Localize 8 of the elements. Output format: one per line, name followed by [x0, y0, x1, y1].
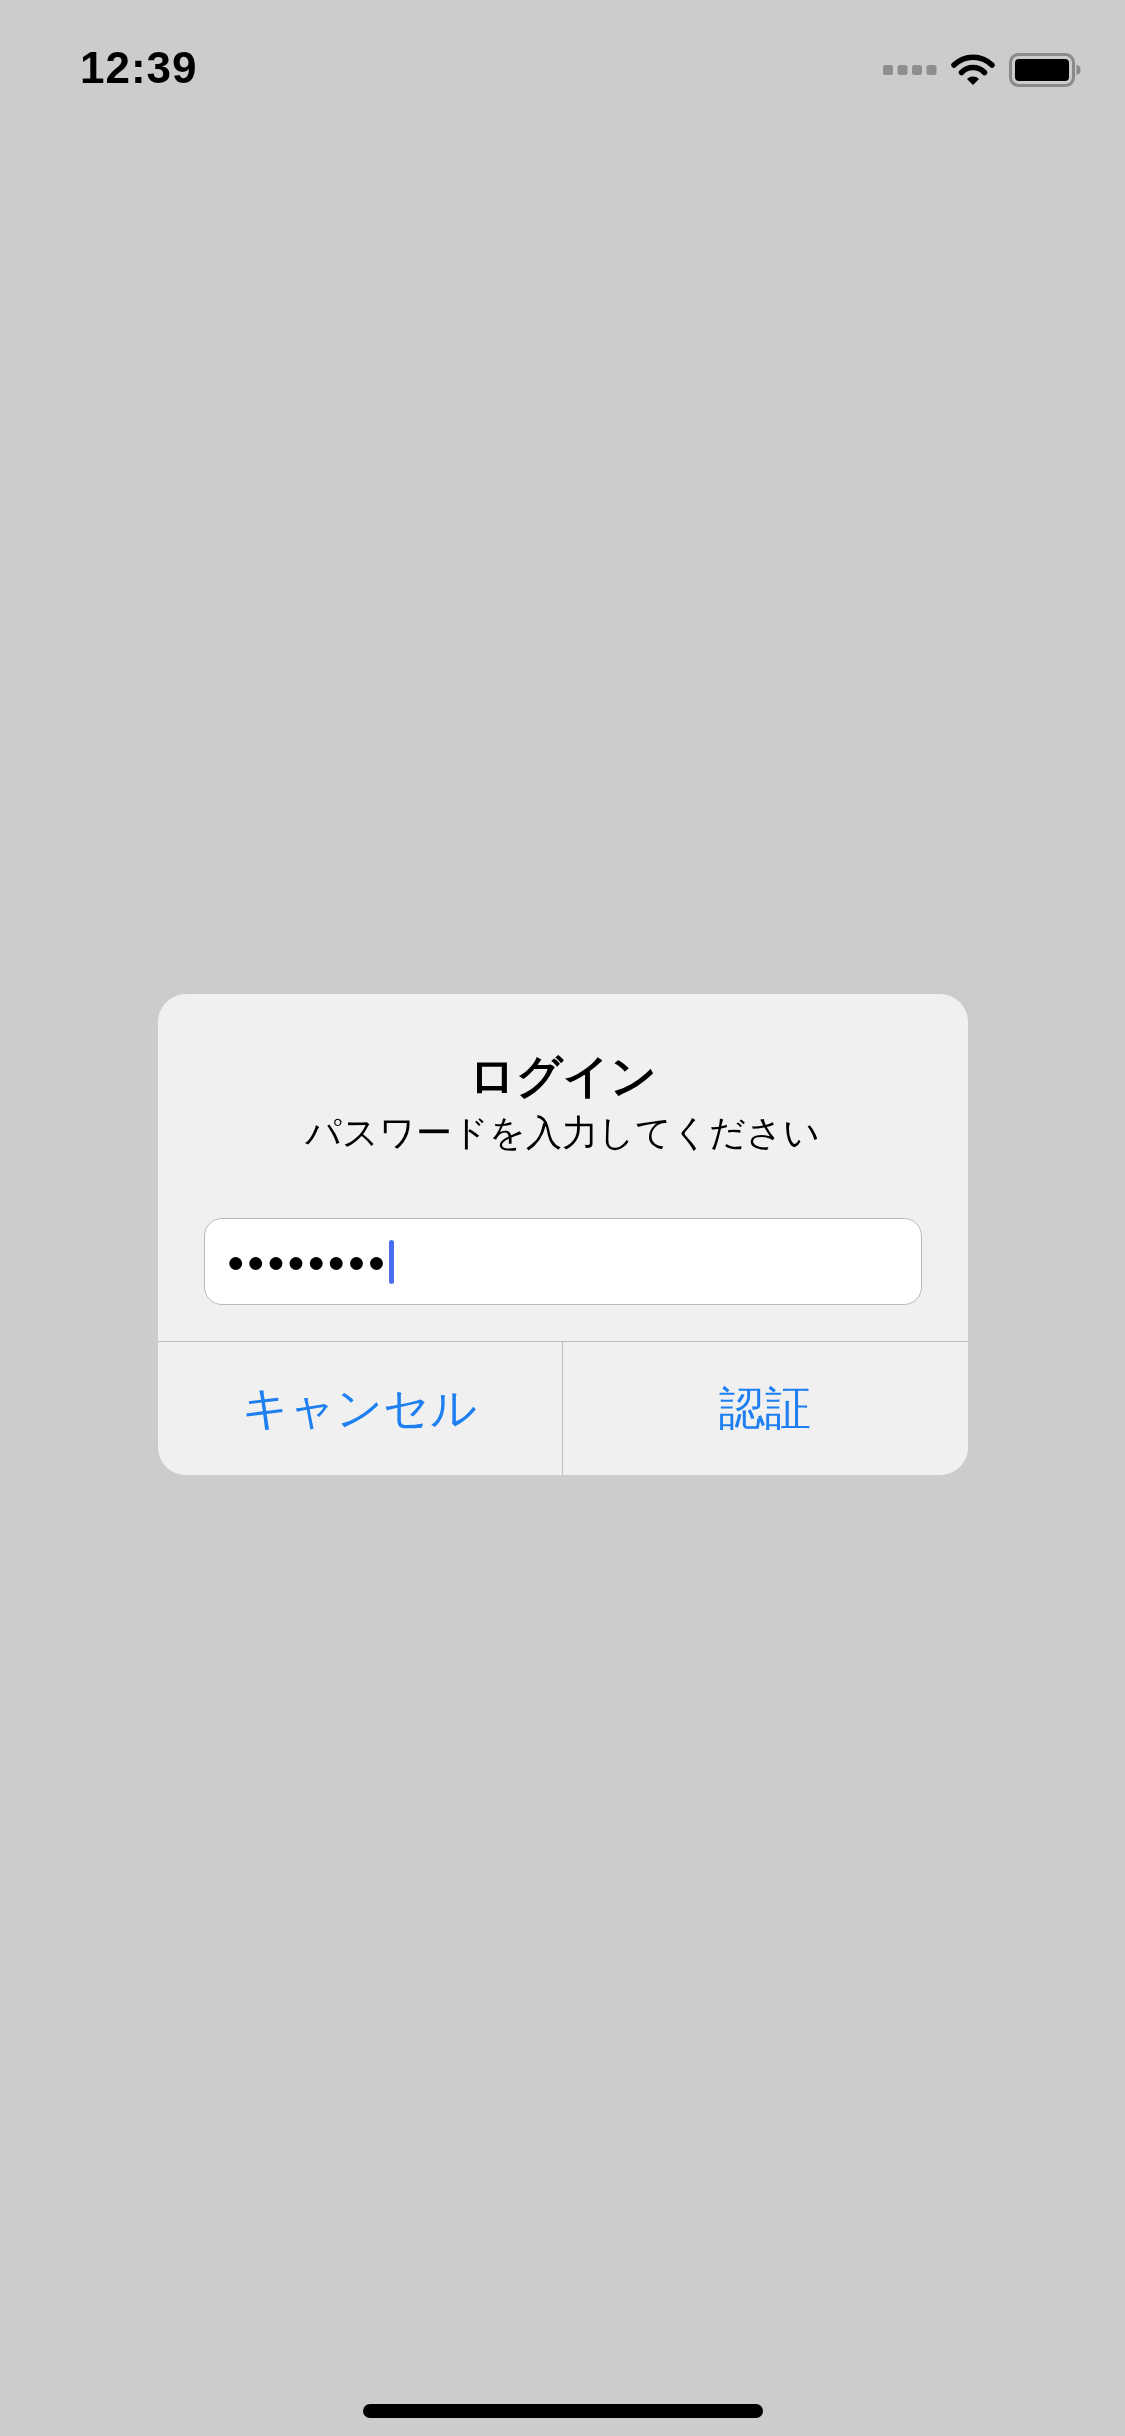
signal-icon — [883, 65, 937, 75]
confirm-button[interactable]: 認証 — [562, 1342, 968, 1475]
status-time: 12:39 — [80, 43, 198, 93]
wifi-icon — [951, 53, 995, 87]
dialog-title: ログイン — [468, 1049, 657, 1104]
password-field[interactable]: ●●●●●●●● — [203, 1218, 922, 1305]
dialog-message: パスワードを入力してください — [305, 1111, 820, 1155]
battery-icon — [1009, 53, 1081, 87]
